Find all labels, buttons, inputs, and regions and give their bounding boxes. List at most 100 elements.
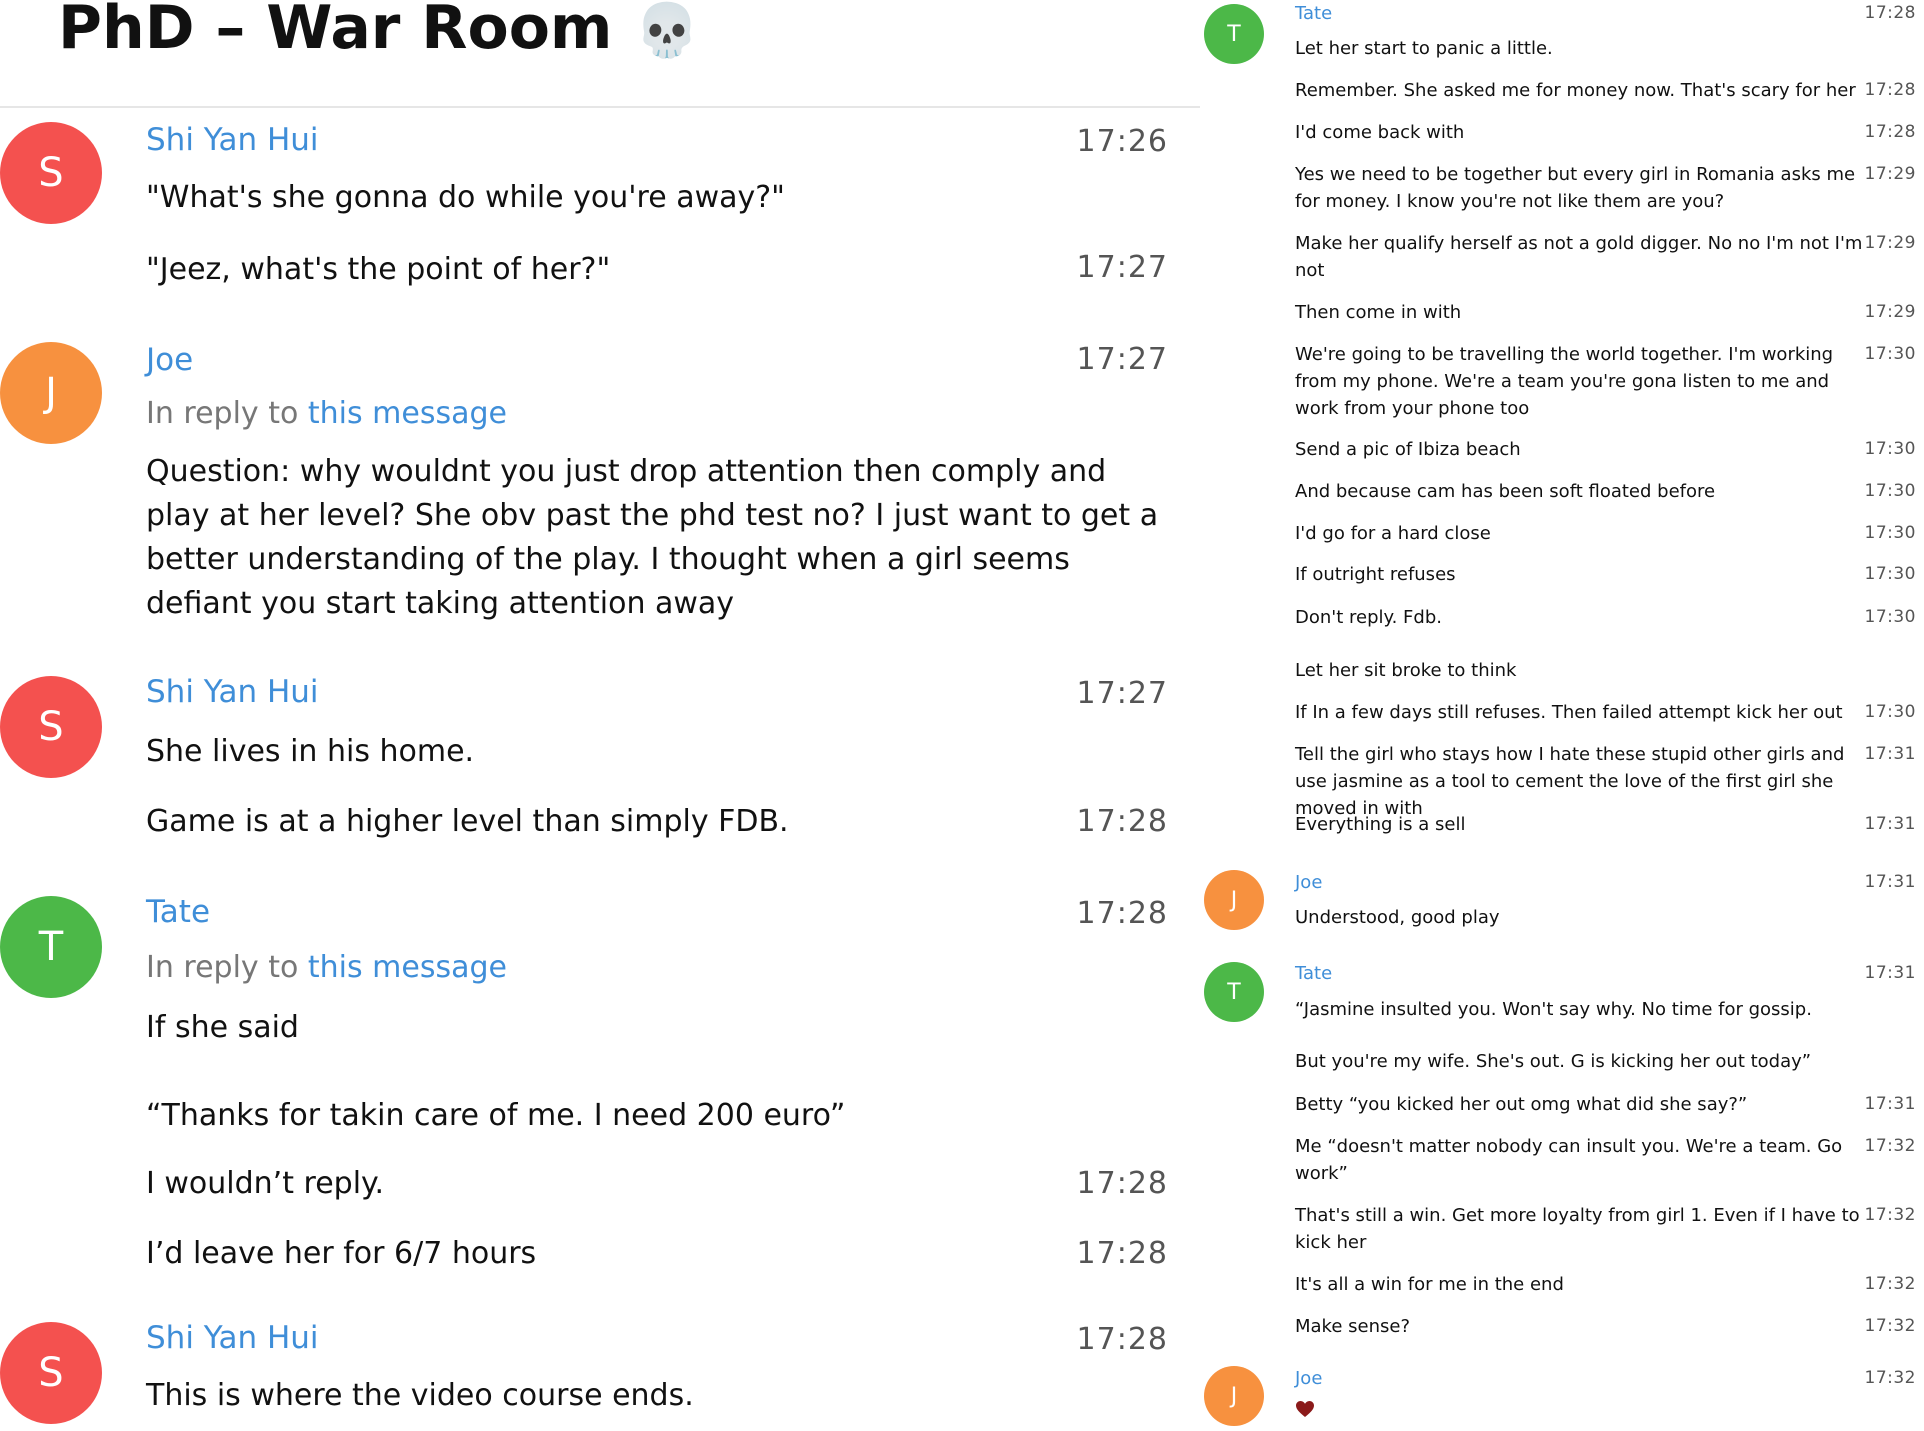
message-text: Question: why wouldnt you just drop atte… [146,454,1159,621]
message-time: 17:30 [1864,607,1916,627]
chat-title-text: PhD – War Room [58,0,613,63]
message-text: Everything is a sell [1295,814,1466,835]
avatar-initial: T [1227,21,1241,47]
avatar-initial: J [1230,1383,1238,1409]
message-text: If outright refuses [1295,564,1456,585]
message-text: If she said [146,1010,299,1045]
reply-link[interactable]: this message [308,950,507,985]
message-text: Tell the girl who stays how I hate these… [1295,744,1845,819]
message-time: 17:32 [1864,1274,1916,1294]
avatar[interactable]: J [1204,870,1264,930]
message-text: And because cam has been soft floated be… [1295,481,1716,502]
header-divider [0,106,1200,108]
avatar-initial: T [1227,979,1241,1005]
reply-link[interactable]: this message [308,396,507,431]
avatar[interactable]: S [0,676,102,778]
message-text: I'd come back with [1295,122,1465,143]
reply-prefix: In reply to [146,950,299,985]
message-text: Remember. She asked me for money now. Th… [1295,80,1856,101]
reply-reference: In reply to this message [146,950,507,985]
message-time: 17:28 [1864,3,1916,23]
message-text: "What's she gonna do while you're away?" [146,180,785,215]
author-name[interactable]: Shi Yan Hui [146,674,319,710]
avatar[interactable]: J [1204,1366,1264,1426]
message-time: 17:28 [1076,1322,1168,1357]
message-text: We're going to be travelling the world t… [1295,344,1834,419]
message-text: I wouldn’t reply. [146,1166,385,1201]
avatar[interactable]: T [1204,962,1264,1022]
avatar-initial: S [38,704,64,750]
author-name[interactable]: Joe [1295,872,1322,893]
avatar[interactable]: T [0,896,102,998]
message-text: She lives in his home. [146,734,475,769]
message-text: “Thanks for takin care of me. I need 200… [146,1098,846,1133]
avatar-initial: S [38,1350,64,1396]
message-time: 17:31 [1864,872,1916,892]
message-text: Make her qualify herself as not a gold d… [1295,233,1863,281]
left-chat-panel: PhD – War Room 💀 S Shi Yan Hui 17:26 "Wha… [0,0,1200,1431]
message-time: 17:26 [1076,124,1168,159]
message-time: 17:30 [1864,564,1916,584]
heart-icon [1296,1401,1314,1417]
message-text: "Jeez, what's the point of her?" [146,252,611,287]
avatar[interactable]: S [0,122,102,224]
author-name[interactable]: Tate [146,894,210,930]
author-name[interactable]: Shi Yan Hui [146,1320,319,1356]
avatar-initial: T [38,924,64,970]
message-text: Make sense? [1295,1316,1411,1337]
message-text: But you're my wife. She's out. G is kick… [1295,1051,1812,1072]
avatar[interactable]: J [0,342,102,444]
message-time: 17:32 [1864,1136,1916,1156]
message-text: Then come in with [1295,302,1462,323]
reply-prefix: In reply to [146,396,299,431]
message-text: Let her start to panic a little. [1295,38,1553,59]
message-time: 17:28 [1076,896,1168,931]
message-text: Game is at a higher level than simply FD… [146,804,789,839]
skull-icon: 💀 [634,1,700,61]
avatar[interactable]: T [1204,4,1264,64]
author-name[interactable]: Tate [1295,3,1332,24]
message-text: Understood, good play [1295,907,1500,928]
chat-title: PhD – War Room 💀 [58,0,699,67]
reply-reference: In reply to this message [146,396,507,431]
author-name[interactable]: Joe [1295,1368,1322,1389]
message-time: 17:28 [1864,122,1916,142]
message-time: 17:29 [1864,302,1916,322]
message-time: 17:32 [1864,1368,1916,1388]
message-time: 17:32 [1864,1205,1916,1225]
message-text: “Jasmine insulted you. Won't say why. No… [1295,999,1812,1020]
message-text: This is where the video course ends. [146,1378,694,1413]
message-time: 17:31 [1864,744,1916,764]
message-text: That's still a win. Get more loyalty fro… [1295,1205,1860,1253]
message-text: Me “doesn't matter nobody can insult you… [1295,1136,1843,1184]
message-text: If In a few days still refuses. Then fai… [1295,702,1843,723]
message-text: I’d leave her for 6/7 hours [146,1236,537,1271]
message-text: Betty “you kicked her out omg what did s… [1295,1094,1748,1115]
message-time: 17:30 [1864,481,1916,501]
message-time: 17:31 [1864,963,1916,983]
author-name[interactable]: Shi Yan Hui [146,122,319,158]
avatar-initial: J [45,370,57,416]
message-time: 17:27 [1076,342,1168,377]
message-time: 17:27 [1076,676,1168,711]
message-time: 17:31 [1864,1094,1916,1114]
message-time: 17:30 [1864,344,1916,364]
message-text: Don't reply. Fdb. [1295,607,1442,628]
message-text: It's all a win for me in the end [1295,1274,1564,1295]
message-time: 17:29 [1864,233,1916,253]
avatar-initial: S [38,150,64,196]
author-name[interactable]: Tate [1295,963,1332,984]
message-time: 17:28 [1864,80,1916,100]
message-text: Send a pic of Ibiza beach [1295,439,1521,460]
message-time: 17:29 [1864,164,1916,184]
message-time: 17:31 [1864,814,1916,834]
author-name[interactable]: Joe [146,342,193,378]
message-time: 17:32 [1864,1316,1916,1336]
message-time: 17:30 [1864,702,1916,722]
right-chat-panel: T Tate 17:28 Let her start to panic a li… [1200,0,1924,1431]
avatar-initial: J [1230,887,1238,913]
message-text: Let her sit broke to think [1295,660,1517,681]
avatar[interactable]: S [0,1322,102,1424]
message-text: I'd go for a hard close [1295,523,1491,544]
message-time: 17:30 [1864,523,1916,543]
